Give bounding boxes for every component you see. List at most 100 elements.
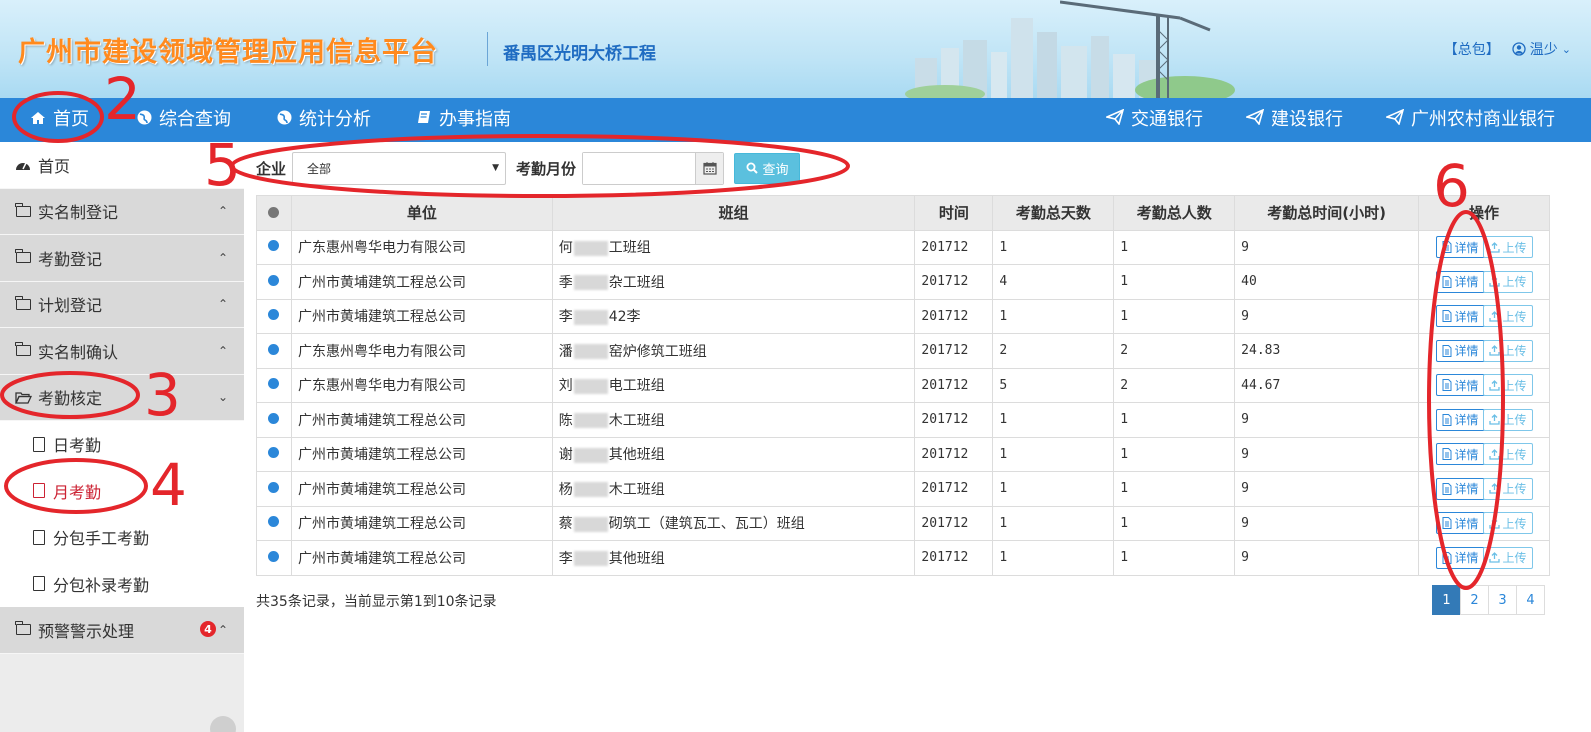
month-input[interactable] — [583, 152, 696, 184]
detail-label: 详情 — [1454, 447, 1479, 462]
company-tag[interactable]: 【总包】 — [1444, 39, 1500, 59]
row-dot-icon — [268, 274, 280, 286]
sidebar-item-attendance-reg[interactable]: 考勤登记 ⌃ — [0, 235, 244, 282]
row-select[interactable] — [256, 367, 292, 403]
row-select[interactable] — [256, 402, 292, 438]
company-select[interactable]: 全部 ▼ — [292, 151, 507, 185]
row-select[interactable] — [256, 333, 292, 369]
user-menu[interactable]: 温少 ⌄ — [1512, 39, 1571, 59]
upload-button[interactable]: 上传 — [1482, 374, 1533, 397]
row-select[interactable] — [256, 540, 292, 576]
upload-button[interactable]: 上传 — [1482, 512, 1533, 535]
globe-icon — [277, 98, 292, 142]
detail-button[interactable]: 详情 — [1435, 236, 1485, 259]
chevron-up-icon: ⌃ — [217, 250, 228, 265]
detail-button[interactable]: 详情 — [1435, 477, 1485, 500]
detail-label: 详情 — [1454, 378, 1479, 393]
nav-guide[interactable]: 办事指南 — [417, 98, 511, 142]
upload-button[interactable]: 上传 — [1482, 546, 1533, 569]
nav-bank-grcb-label: 广州农村商业银行 — [1411, 109, 1555, 130]
detail-button[interactable]: 详情 — [1435, 374, 1485, 397]
nav-bank-ccb[interactable]: 建设银行 — [1244, 98, 1343, 142]
select-all-header[interactable] — [256, 195, 292, 231]
upload-label: 上传 — [1502, 516, 1527, 531]
sidebar: 首页 实名制登记 ⌃ 考勤登记 ⌃ 计划登记 ⌃ 实名制确认 ⌃ 考勤核定 ⌄ — [0, 142, 244, 732]
cell-team: 杨 木工班组 — [551, 471, 916, 507]
table-row[interactable]: 广州市黄埔建筑工程总公司李其他班组 201712 1 1 9 详情 上传 — [256, 540, 1550, 576]
calendar-icon[interactable] — [695, 152, 724, 184]
table-row[interactable]: 广州市黄埔建筑工程总公司李 42李 201712 1 1 9 详情 上传 — [256, 298, 1550, 334]
nav-home[interactable]: 首页 — [30, 98, 89, 142]
team-suffix: 木工班组 — [608, 412, 665, 429]
upload-button[interactable]: 上传 — [1482, 305, 1533, 328]
upload-button[interactable]: 上传 — [1482, 339, 1533, 362]
upload-button[interactable]: 上传 — [1482, 477, 1533, 500]
nav-bank-comm[interactable]: 交通银行 — [1104, 98, 1203, 142]
sidebar-item-attendance-verify[interactable]: 考勤核定 ⌄ — [0, 374, 244, 421]
col-header: 班组 — [551, 195, 916, 231]
upload-button[interactable]: 上传 — [1482, 236, 1533, 259]
detail-button[interactable]: 详情 — [1435, 408, 1485, 431]
folder-icon — [15, 202, 31, 217]
page-button[interactable]: 1 — [1432, 585, 1461, 615]
cell-hours: 40 — [1234, 264, 1420, 300]
folder-icon — [15, 342, 31, 357]
header-banner: 广州市建设领域管理应用信息平台 番禺区光明大桥工程 【总包】 温少 ⌄ — [0, 0, 1591, 98]
detail-button[interactable]: 详情 — [1435, 512, 1485, 535]
detail-button[interactable]: 详情 — [1435, 546, 1485, 569]
table-row[interactable]: 广州市黄埔建筑工程总公司谢其他班组 201712 1 1 9 详情 上传 — [256, 436, 1550, 472]
upload-button[interactable]: 上传 — [1482, 443, 1533, 466]
app-title: 广州市建设领域管理应用信息平台 — [18, 37, 438, 68]
row-select[interactable] — [256, 471, 292, 507]
file-text-icon — [1442, 275, 1451, 288]
cell-people: 1 — [1113, 436, 1236, 472]
table-row[interactable]: 广东惠州粤华电力有限公司刘 电工班组 201712 5 2 44.67 详情 上传 — [256, 367, 1550, 403]
sidebar-sub-monthly[interactable]: 月考勤 — [0, 467, 244, 514]
cell-hours: 9 — [1234, 471, 1420, 507]
detail-button[interactable]: 详情 — [1435, 443, 1485, 466]
sidebar-sub-supplement[interactable]: 分包补录考勤 — [0, 560, 244, 607]
row-select[interactable] — [256, 505, 292, 541]
file-text-icon — [1442, 551, 1451, 564]
search-button[interactable]: 查询 — [734, 152, 801, 184]
team-suffix: 砌筑工（建筑瓦工、瓦工）班组 — [608, 516, 805, 533]
table-row[interactable]: 广州市黄埔建筑工程总公司杨木工班组 201712 1 1 9 详情 上传 — [256, 471, 1550, 507]
detail-button[interactable]: 详情 — [1435, 305, 1485, 328]
nav-stats[interactable]: 统计分析 — [277, 98, 371, 142]
detail-button[interactable]: 详情 — [1435, 339, 1485, 362]
upload-label: 上传 — [1502, 551, 1527, 566]
row-select[interactable] — [256, 229, 292, 265]
upload-button[interactable]: 上传 — [1482, 408, 1533, 431]
cell-actions: 详情 上传 — [1418, 505, 1550, 541]
table-row[interactable]: 广东惠州粤华电力有限公司何工班组 201712 1 1 9 详情 上传 — [256, 229, 1550, 265]
file-text-icon — [1442, 517, 1451, 530]
sidebar-sub-manual[interactable]: 分包手工考勤 — [0, 514, 244, 561]
page-button[interactable]: 3 — [1488, 585, 1517, 615]
detail-button[interactable]: 详情 — [1435, 270, 1485, 293]
table-row[interactable]: 广州市黄埔建筑工程总公司陈木工班组 201712 1 1 9 详情 上传 — [256, 402, 1550, 438]
cell-hours: 9 — [1234, 540, 1420, 576]
annotation-number: 2 — [104, 65, 141, 133]
table-row[interactable]: 广东惠州粤华电力有限公司潘窑炉修筑工班组 201712 2 2 24.83 详情 上传 — [256, 333, 1550, 369]
sidebar-item-realname-confirm[interactable]: 实名制确认 ⌃ — [0, 328, 244, 375]
table-row[interactable]: 广州市黄埔建筑工程总公司季 杂工班组 201712 4 1 40 详情 上传 — [256, 264, 1550, 300]
cell-people: 1 — [1113, 298, 1236, 334]
sidebar-sub-daily[interactable]: 日考勤 — [0, 421, 244, 468]
folder-open-icon — [14, 391, 32, 404]
nav-bank-grcb[interactable]: 广州农村商业银行 — [1384, 98, 1555, 142]
row-select[interactable] — [256, 264, 292, 300]
upload-label: 上传 — [1502, 240, 1527, 255]
nav-guide-label: 办事指南 — [439, 109, 511, 130]
chevron-up-icon: ⌃ — [217, 204, 228, 219]
row-select[interactable] — [256, 298, 292, 334]
row-select[interactable] — [256, 436, 292, 472]
scroll-handle[interactable] — [210, 716, 236, 732]
cell-time: 201712 — [914, 471, 994, 507]
sidebar-item-warning[interactable]: 预警警示处理 4 ⌃ — [0, 607, 244, 654]
upload-button[interactable]: 上传 — [1482, 270, 1533, 293]
sidebar-item-plan-reg[interactable]: 计划登记 ⌃ — [0, 281, 244, 328]
page-button[interactable]: 2 — [1460, 585, 1489, 615]
table-row[interactable]: 广州市黄埔建筑工程总公司蔡砌筑工（建筑瓦工、瓦工）班组 201712 1 1 9 详情 上传 — [256, 505, 1550, 541]
upload-label: 上传 — [1502, 344, 1527, 359]
page-button[interactable]: 4 — [1516, 585, 1545, 615]
